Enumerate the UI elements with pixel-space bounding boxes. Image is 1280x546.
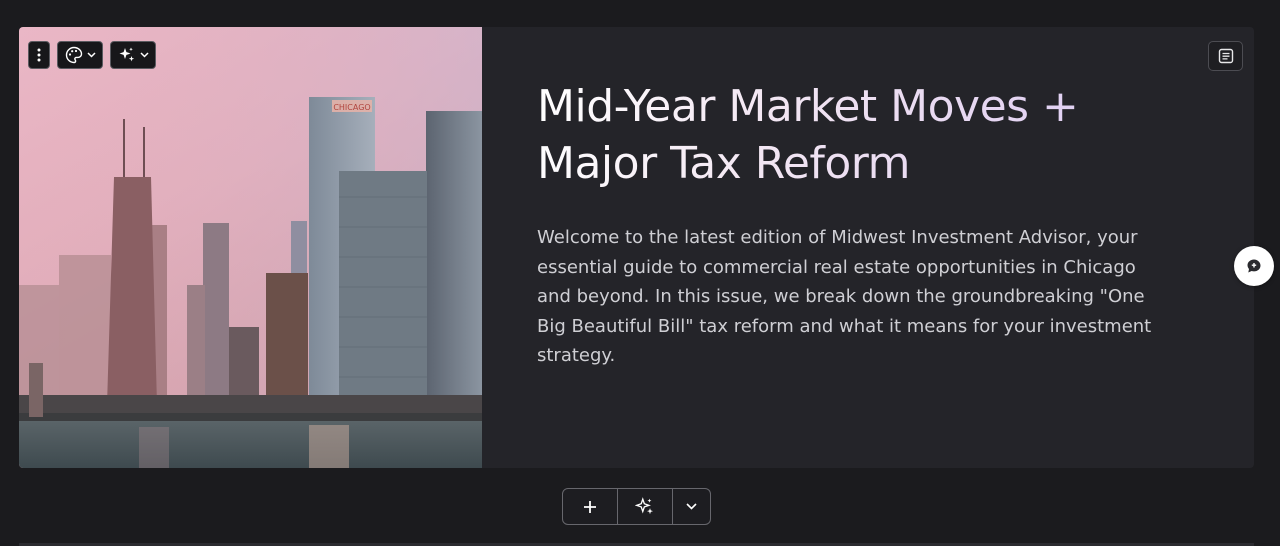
comment-button[interactable] — [1234, 246, 1274, 286]
plus-icon — [584, 500, 596, 513]
intro-paragraph[interactable]: Welcome to the latest edition of Midwest… — [537, 223, 1162, 371]
notes-icon — [1218, 48, 1233, 64]
comment-icon — [1247, 259, 1261, 273]
image-toolbar — [28, 41, 156, 69]
headline-line-1: Mid-Year Market Moves + — [537, 81, 1079, 132]
more-actions-dropdown[interactable] — [673, 489, 710, 524]
sparkles-icon — [635, 496, 653, 514]
hero-image[interactable]: CHICAGO — [19, 27, 482, 468]
headline-line-2: Major Tax Reform — [537, 138, 910, 189]
hero-text: Mid-Year Market Moves + Major Tax Reform… — [537, 78, 1177, 371]
building-sign: CHICAGO — [333, 103, 370, 112]
headline[interactable]: Mid-Year Market Moves + Major Tax Reform — [537, 78, 1177, 192]
block-action-bar — [562, 488, 711, 525]
sparkles-icon — [119, 47, 134, 62]
chevron-down-icon — [686, 503, 697, 510]
theme-palette-button[interactable] — [57, 41, 103, 69]
ai-generate-button[interactable] — [618, 489, 673, 524]
more-options-button[interactable] — [28, 41, 50, 69]
chevron-down-icon — [139, 52, 149, 58]
ai-magic-button[interactable] — [110, 41, 156, 69]
chevron-down-icon — [86, 52, 96, 58]
add-block-button[interactable] — [563, 489, 618, 524]
notes-button[interactable] — [1208, 41, 1243, 71]
more-vertical-icon — [37, 48, 41, 62]
palette-icon — [65, 46, 82, 64]
